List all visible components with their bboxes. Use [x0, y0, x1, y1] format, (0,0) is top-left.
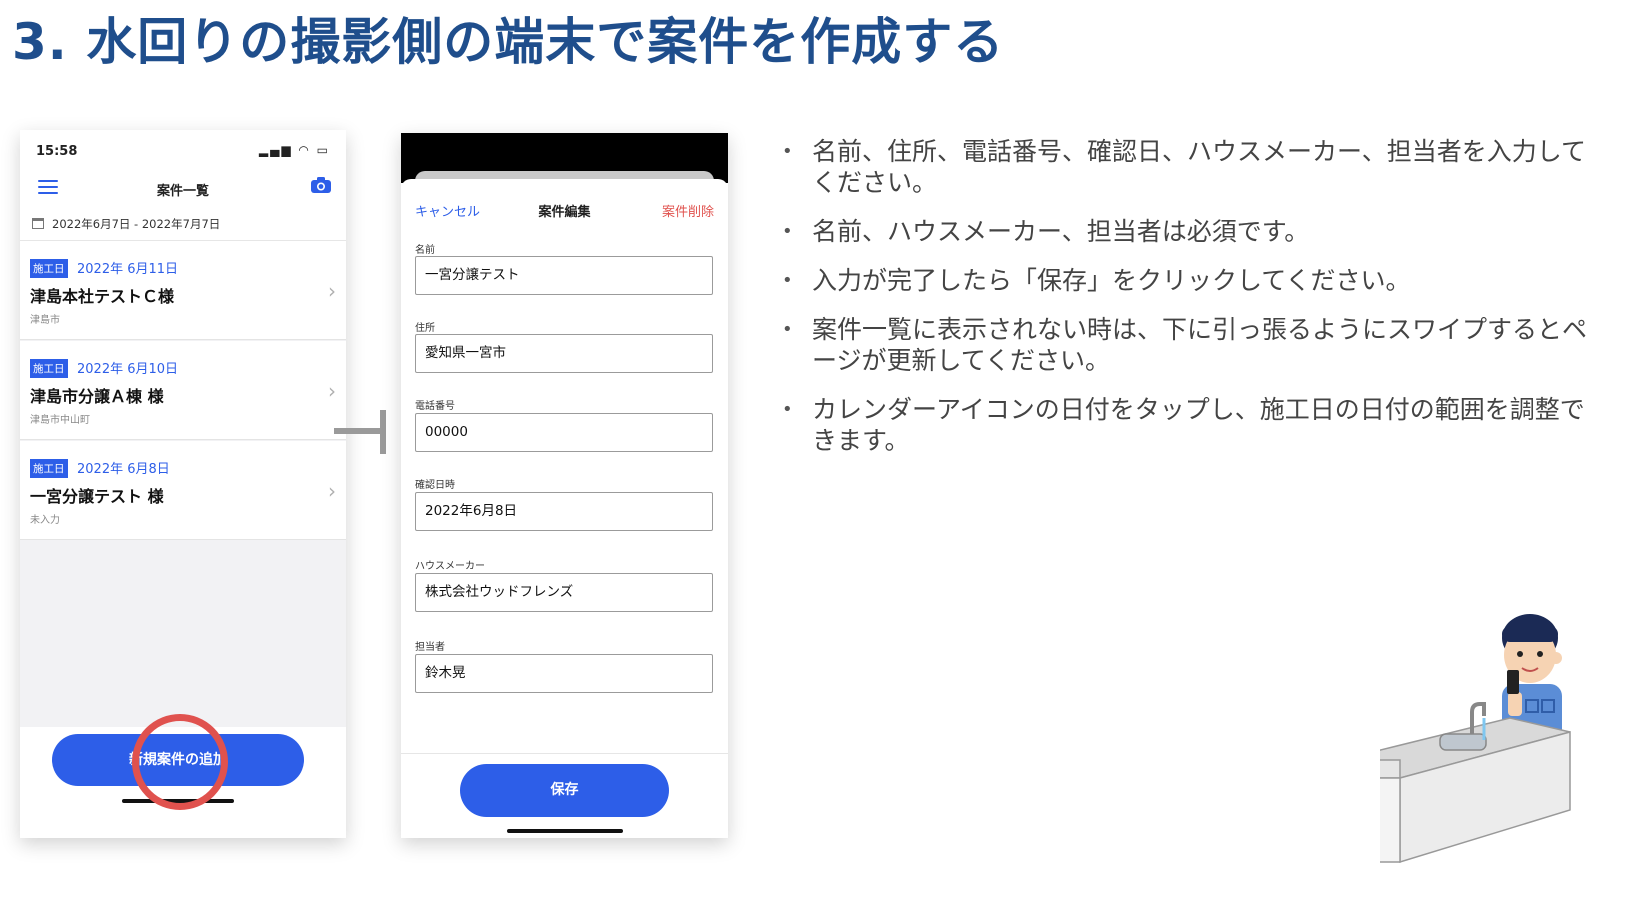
item-address: 津島市中山町	[30, 415, 90, 426]
house-maker-field[interactable]: 株式会社ウッドフレンズ	[415, 573, 713, 612]
name-label: 名前	[415, 245, 435, 256]
item-date: 2022年 6月10日	[77, 362, 179, 377]
instruction-item: 案件一覧に表示されない時は、下に引っ張るようにスワイプするとページが更新してくだ…	[782, 314, 1592, 376]
address-field[interactable]: 愛知県一宮市	[415, 334, 713, 373]
connector-bar	[380, 410, 386, 454]
worker-kitchen-illustration	[1380, 614, 1571, 864]
name-field[interactable]: 一宮分譲テスト	[415, 256, 713, 295]
item-address: 未入力	[30, 515, 60, 526]
house-maker-label: ハウスメーカー	[415, 561, 485, 572]
item-name: 津島市分譲Ａ棟 様	[30, 387, 164, 406]
status-badge: 施工日	[30, 359, 68, 378]
status-badge: 施工日	[30, 459, 68, 478]
slide-title: 3. 水回りの撮影側の端末で案件を作成する	[12, 13, 1005, 71]
status-icons: ▂▄▆ ◠ ▭	[258, 143, 330, 157]
instruction-list: 名前、住所、電話番号、確認日、ハウスメーカー、担当者を入力してください。 名前、…	[782, 136, 1592, 474]
address-label: 住所	[415, 323, 435, 334]
list-item[interactable]: 施工日 2022年 6月10日 津島市分譲Ａ棟 様 津島市中山町 ›	[20, 341, 346, 440]
case-list-screen: 15:58 ▂▄▆ ◠ ▭ 案件一覧 2022年6月7日 - 2022年7月7日…	[20, 130, 346, 838]
list-item[interactable]: 施工日 2022年 6月11日 津島本社テストＣ様 津島市 ›	[20, 241, 346, 340]
date-range-text: 2022年6月7日 - 2022年7月7日	[52, 217, 221, 231]
instruction-item: カレンダーアイコンの日付をタップし、施工日の日付の範囲を調整できます。	[782, 394, 1592, 456]
nav-title: 案件一覧	[156, 184, 209, 199]
confirm-date-label: 確認日時	[415, 480, 455, 491]
phone-field[interactable]: 00000	[415, 413, 713, 452]
delete-case-button[interactable]: 案件削除	[662, 201, 714, 220]
calendar-icon[interactable]	[32, 218, 44, 229]
item-name: 津島本社テストＣ様	[30, 287, 175, 306]
chevron-right-icon: ›	[328, 479, 336, 503]
item-address: 津島市	[30, 315, 60, 326]
status-time: 15:58	[36, 144, 78, 159]
status-bar: 15:58 ▂▄▆ ◠ ▭	[20, 130, 346, 168]
highlight-circle	[132, 714, 228, 810]
instruction-item: 名前、住所、電話番号、確認日、ハウスメーカー、担当者を入力してください。	[782, 136, 1592, 198]
edit-sheet: キャンセル 案件編集 案件削除 名前 一宮分譲テスト 住所 愛知県一宮市 電話番…	[401, 179, 728, 838]
home-indicator	[507, 829, 623, 833]
list-item[interactable]: 施工日 2022年 6月8日 一宮分譲テスト 様 未入力 ›	[20, 441, 346, 540]
phone-label: 電話番号	[415, 401, 455, 412]
case-edit-screen: キャンセル 案件編集 案件削除 名前 一宮分譲テスト 住所 愛知県一宮市 電話番…	[401, 133, 728, 838]
footer-divider	[401, 753, 728, 754]
status-badge: 施工日	[30, 259, 68, 278]
chevron-right-icon: ›	[328, 379, 336, 403]
nav-bar: 案件一覧	[20, 168, 346, 208]
confirm-date-field[interactable]: 2022年6月8日	[415, 492, 713, 531]
staff-field[interactable]: 鈴木晃	[415, 654, 713, 693]
connector-line	[334, 428, 382, 434]
item-name: 一宮分譲テスト 様	[30, 487, 164, 506]
staff-label: 担当者	[415, 642, 445, 653]
instruction-item: 入力が完了したら「保存」をクリックしてください。	[782, 265, 1592, 296]
chevron-right-icon: ›	[328, 279, 336, 303]
camera-icon[interactable]	[310, 176, 332, 194]
item-date: 2022年 6月11日	[77, 262, 179, 277]
item-date: 2022年 6月8日	[77, 462, 170, 477]
save-button[interactable]: 保存	[460, 764, 669, 817]
instruction-item: 名前、ハウスメーカー、担当者は必須です。	[782, 216, 1592, 247]
date-range-filter[interactable]: 2022年6月7日 - 2022年7月7日	[20, 208, 346, 241]
